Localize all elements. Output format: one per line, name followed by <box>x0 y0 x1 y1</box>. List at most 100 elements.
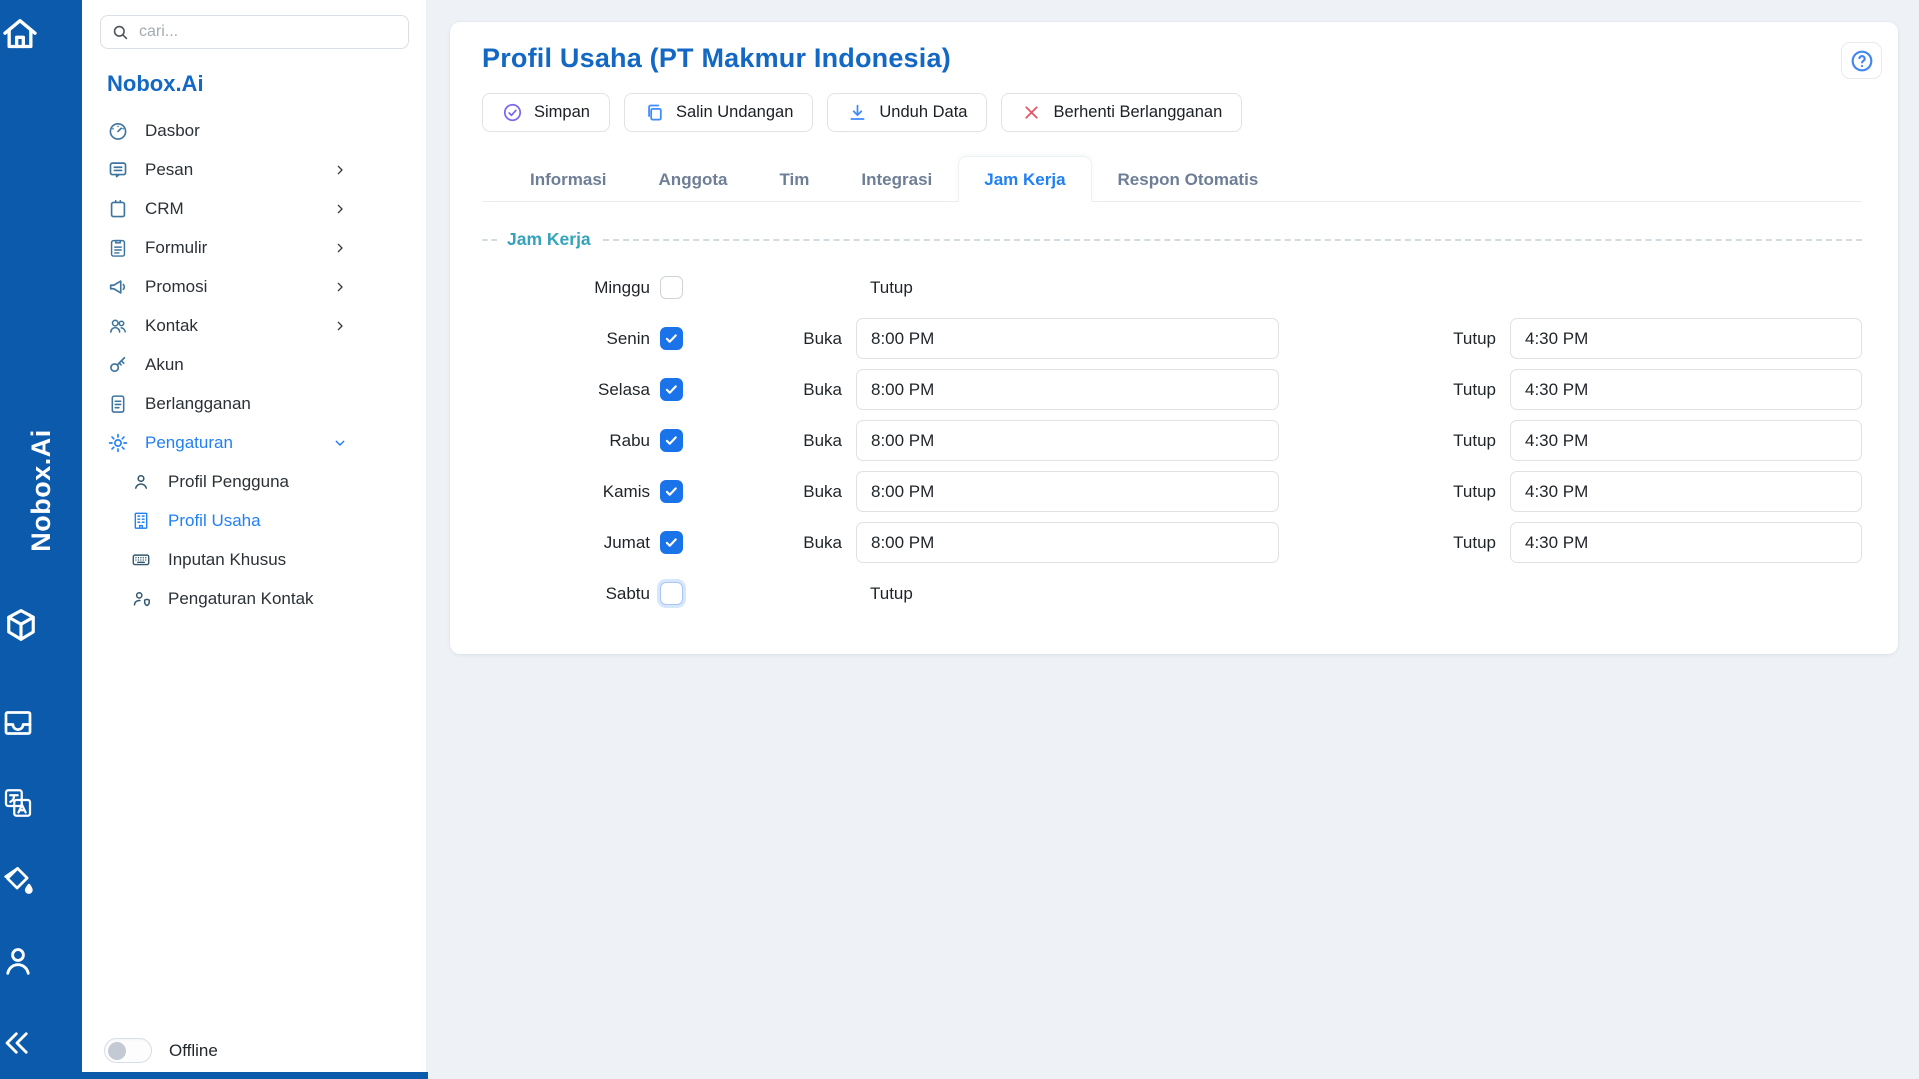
close-time-input[interactable] <box>1510 369 1862 410</box>
simpan-button[interactable]: Simpan <box>482 93 610 132</box>
chevron-down-icon <box>332 435 348 451</box>
rail-brand-text: Nobox.Ai <box>26 429 57 552</box>
main-content: Profil Usaha (PT Makmur Indonesia) Simpa… <box>427 0 1919 1079</box>
day-label: Selasa <box>482 380 660 400</box>
open-label: Buka <box>686 329 856 349</box>
tab-integrasi[interactable]: Integrasi <box>835 156 958 202</box>
legend-dash <box>603 239 1862 241</box>
sidebar-item-pengaturan[interactable]: Pengaturan <box>82 423 426 462</box>
help-circle-icon <box>1849 48 1875 74</box>
day-checkbox[interactable] <box>660 276 683 299</box>
sidebar-subitem-label: Profil Pengguna <box>168 472 289 492</box>
crm-icon <box>107 198 129 220</box>
button-label: Berhenti Berlangganan <box>1053 103 1222 122</box>
close-label: Tutup <box>1279 431 1510 451</box>
gear-icon <box>107 432 129 454</box>
message-icon <box>107 159 129 181</box>
day-checkbox[interactable] <box>660 480 683 503</box>
help-button[interactable] <box>1841 42 1882 79</box>
cube-logo-icon[interactable] <box>0 605 42 647</box>
unduh-data-button[interactable]: Unduh Data <box>827 93 987 132</box>
sidebar-subitem-label: Pengaturan Kontak <box>168 589 314 609</box>
close-time-input[interactable] <box>1510 318 1862 359</box>
sidebar-subitem-label: Inputan Khusus <box>168 550 286 570</box>
button-label: Unduh Data <box>879 103 967 122</box>
sidebar-subitem-profil-pengguna[interactable]: Profil Pengguna <box>82 462 426 501</box>
close-label: Tutup <box>1279 533 1510 553</box>
day-checkbox[interactable] <box>660 378 683 401</box>
close-time-input[interactable] <box>1510 522 1862 563</box>
sidebar-item-kontak[interactable]: Kontak <box>82 306 426 345</box>
day-label: Minggu <box>482 278 660 298</box>
sidebar-subitem-profil-usaha[interactable]: Profil Usaha <box>82 501 426 540</box>
sidebar-item-berlangganan[interactable]: Berlangganan <box>82 384 426 423</box>
translate-icon[interactable] <box>0 785 36 821</box>
collapse-sidebar-icon[interactable] <box>0 1026 34 1060</box>
tab-tim[interactable]: Tim <box>753 156 835 202</box>
document-icon <box>107 393 129 415</box>
sidebar-item-label: Pengaturan <box>145 433 233 453</box>
open-label: Buka <box>686 380 856 400</box>
schedule-row-selasa: Selasa Buka Tutup <box>482 369 1862 410</box>
chevron-right-icon <box>332 240 348 256</box>
open-time-input[interactable] <box>856 471 1279 512</box>
paint-bucket-icon[interactable] <box>0 863 36 899</box>
contacts-icon <box>107 315 129 337</box>
dashboard-icon <box>107 120 129 142</box>
sidebar-item-promosi[interactable]: Promosi <box>82 267 426 306</box>
sidebar-item-pesan[interactable]: Pesan <box>82 150 426 189</box>
icon-rail: Nobox.Ai <box>0 0 82 1079</box>
check-icon <box>663 432 680 449</box>
tab-informasi[interactable]: Informasi <box>504 156 633 202</box>
close-time-input[interactable] <box>1510 471 1862 512</box>
user-profile-icon <box>130 471 152 492</box>
tab-anggota[interactable]: Anggota <box>633 156 754 202</box>
day-label: Sabtu <box>482 584 660 604</box>
close-label: Tutup <box>1279 329 1510 349</box>
sidebar: Nobox.Ai DasborPesanCRMFormulirPromosiKo… <box>82 0 427 1079</box>
search-icon <box>111 23 130 42</box>
schedule-row-jumat: JumatBukaTutup <box>482 522 1862 563</box>
closed-label: Tutup <box>856 584 1279 604</box>
open-time-input[interactable] <box>856 318 1279 359</box>
sidebar-item-crm[interactable]: CRM <box>82 189 426 228</box>
sidebar-item-formulir[interactable]: Formulir <box>82 228 426 267</box>
toggle-knob <box>108 1042 126 1060</box>
search-input[interactable] <box>139 23 398 41</box>
form-icon <box>107 237 129 259</box>
day-checkbox[interactable] <box>660 531 683 554</box>
day-label: Rabu <box>482 431 660 451</box>
close-label: Tutup <box>1279 380 1510 400</box>
day-checkbox[interactable] <box>660 582 683 605</box>
user-icon[interactable] <box>0 943 36 979</box>
offline-toggle[interactable] <box>104 1038 152 1063</box>
section-title: Jam Kerja <box>507 229 591 250</box>
sidebar-subitem-inputan-khusus[interactable]: Inputan Khusus <box>82 540 426 579</box>
tab-respon-otomatis[interactable]: Respon Otomatis <box>1092 156 1285 202</box>
building-icon <box>130 510 152 531</box>
open-label: Buka <box>686 533 856 553</box>
search-box <box>100 15 409 49</box>
button-label: Salin Undangan <box>676 103 793 122</box>
day-checkbox[interactable] <box>660 327 683 350</box>
home-icon[interactable] <box>0 14 40 54</box>
sidebar-item-label: Pesan <box>145 160 193 180</box>
day-checkbox[interactable] <box>660 429 683 452</box>
check-icon <box>663 330 680 347</box>
open-time-input[interactable] <box>856 420 1279 461</box>
sidebar-item-dasbor[interactable]: Dasbor <box>82 111 426 150</box>
open-time-input[interactable] <box>856 522 1279 563</box>
keyboard-icon <box>130 549 152 570</box>
salin-undangan-button[interactable]: Salin Undangan <box>624 93 813 132</box>
sidebar-item-akun[interactable]: Akun <box>82 345 426 384</box>
day-label: Senin <box>482 329 660 349</box>
download-icon <box>847 102 868 123</box>
offline-label: Offline <box>169 1041 218 1061</box>
berhenti-berlangganan-button[interactable]: Berhenti Berlangganan <box>1001 93 1242 132</box>
check-icon <box>663 381 680 398</box>
open-time-input[interactable] <box>856 369 1279 410</box>
inbox-icon[interactable] <box>0 705 36 741</box>
sidebar-subitem-pengaturan-kontak[interactable]: Pengaturan Kontak <box>82 579 426 618</box>
tab-jam-kerja[interactable]: Jam Kerja <box>958 156 1091 202</box>
close-time-input[interactable] <box>1510 420 1862 461</box>
